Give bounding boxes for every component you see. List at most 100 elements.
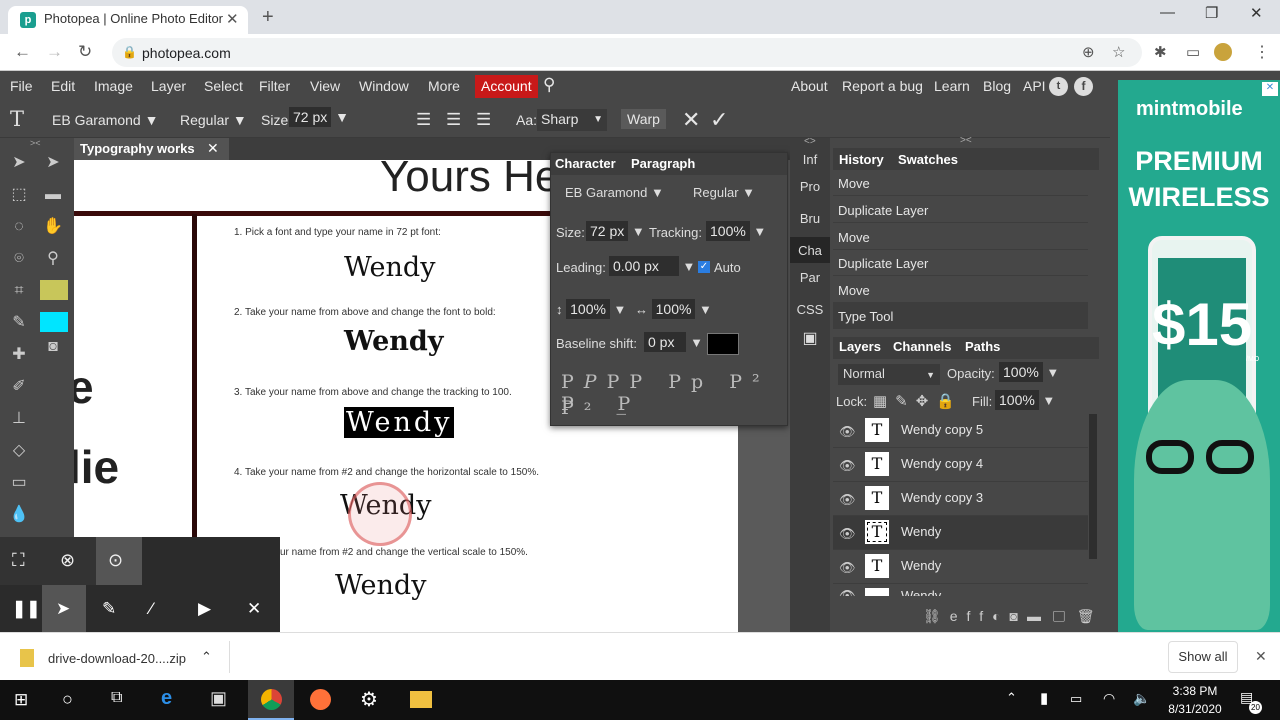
- layer-row[interactable]: 👁 T Wendy copy 3: [833, 482, 1088, 516]
- rect-select-icon[interactable]: ▬: [42, 184, 64, 206]
- fullscreen-capture-icon[interactable]: ⛶: [12, 550, 25, 571]
- align-right-icon[interactable]: ☰: [476, 110, 491, 130]
- char-color-swatch[interactable]: [707, 333, 739, 355]
- hand-tool-icon[interactable]: ✋: [42, 216, 64, 238]
- healing-tool-icon[interactable]: ✚: [8, 344, 30, 366]
- auto-checkbox[interactable]: ✓: [698, 261, 710, 273]
- layer-row-partial[interactable]: 👁 Wendy: [833, 584, 1088, 596]
- pen-icon[interactable]: ✎: [102, 599, 116, 619]
- collapse-right-icon[interactable]: ><: [960, 135, 972, 146]
- quick-mask-icon[interactable]: ◙: [42, 336, 64, 358]
- visibility-eye-icon[interactable]: 👁: [839, 458, 856, 474]
- tray-chevron-up-icon[interactable]: ⌃: [1006, 690, 1017, 706]
- size-input[interactable]: 72 px ▼: [289, 107, 349, 127]
- wifi-icon[interactable]: ◠: [1103, 690, 1115, 707]
- bookmark-star-icon[interactable]: ☆: [1112, 43, 1125, 61]
- eraser-tool-icon[interactable]: ◇: [8, 440, 30, 462]
- side-tab-paragraph[interactable]: Par: [790, 270, 830, 285]
- tab-channels[interactable]: Channels: [893, 339, 952, 354]
- side-tab-image-icon[interactable]: ▣: [790, 328, 830, 348]
- vertical-scale-input[interactable]: ↕ 100% ▼: [556, 299, 626, 319]
- menu-filter[interactable]: Filter: [259, 78, 290, 94]
- file-explorer-icon[interactable]: [410, 691, 432, 708]
- menu-view[interactable]: View: [310, 78, 340, 94]
- facebook-icon[interactable]: f: [1074, 77, 1093, 96]
- cortana-icon[interactable]: ○: [62, 689, 73, 710]
- tab-layers[interactable]: Layers: [839, 339, 881, 354]
- char-style-select[interactable]: Regular ▼: [693, 185, 755, 200]
- highlighter-icon[interactable]: ⁄: [150, 599, 153, 619]
- account-button[interactable]: Account: [475, 75, 538, 98]
- webcam-icon[interactable]: ▶: [198, 599, 211, 619]
- char-font-select[interactable]: EB Garamond ▼: [565, 185, 664, 200]
- layer-row-selected[interactable]: 👁 T Wendy: [833, 516, 1088, 550]
- antialias-select[interactable]: Sharp ▼: [537, 109, 607, 131]
- menu-layer[interactable]: Layer: [151, 78, 186, 94]
- layer-row[interactable]: 👁 T Wendy: [833, 550, 1088, 584]
- zoom-cursor-icon[interactable]: ⊙: [108, 550, 123, 571]
- profile-avatar[interactable]: [1214, 43, 1232, 61]
- strikethrough-icon[interactable]: P: [561, 397, 574, 419]
- side-tab-properties[interactable]: Pro: [790, 179, 830, 194]
- lasso-tool-icon[interactable]: ◌: [8, 216, 30, 238]
- baseline-input[interactable]: 0 px ▼: [644, 332, 703, 352]
- opacity-input[interactable]: 100% ▼: [999, 362, 1059, 382]
- history-item[interactable]: Duplicate Layer: [833, 250, 1088, 276]
- close-tab-icon[interactable]: ✕: [226, 10, 239, 28]
- visibility-eye-icon[interactable]: 👁: [839, 424, 856, 440]
- layers-scrollbar[interactable]: [1089, 414, 1097, 559]
- download-chevron-up-icon[interactable]: ⌃: [201, 649, 212, 665]
- tab-character[interactable]: Character: [555, 156, 616, 171]
- menu-about[interactable]: About: [791, 78, 828, 94]
- cancel-icon[interactable]: ✕: [682, 107, 700, 133]
- layer-row[interactable]: 👁 T Wendy copy 4: [833, 448, 1088, 482]
- visibility-eye-icon[interactable]: 👁: [839, 492, 856, 508]
- menu-api[interactable]: API: [1023, 78, 1046, 94]
- show-all-button[interactable]: Show all: [1168, 641, 1238, 673]
- align-left-icon[interactable]: ☰: [416, 110, 431, 130]
- close-document-icon[interactable]: ✕: [207, 140, 219, 157]
- tab-paragraph[interactable]: Paragraph: [631, 156, 695, 171]
- new-tab-icon[interactable]: +: [262, 6, 274, 29]
- menu-edit[interactable]: Edit: [51, 78, 75, 94]
- commit-check-icon[interactable]: ✓: [710, 107, 728, 133]
- blend-mode-select[interactable]: Normal ▼: [838, 364, 940, 385]
- browser-tab[interactable]: p Photopea | Online Photo Editor ✕: [8, 6, 248, 34]
- url-box[interactable]: 🔒 photopea.com ⊕ ☆: [112, 38, 1142, 67]
- side-tab-css[interactable]: CSS: [790, 302, 830, 317]
- ad-close-icon[interactable]: ✕: [1262, 82, 1278, 96]
- visibility-eye-icon[interactable]: 👁: [839, 560, 856, 576]
- font-style-select[interactable]: Regular ▼: [180, 112, 247, 128]
- pause-icon[interactable]: ❚❚: [12, 599, 41, 619]
- menu-image[interactable]: Image: [94, 78, 133, 94]
- back-icon[interactable]: ←: [14, 42, 31, 62]
- char-size-input[interactable]: 72 px ▼: [586, 221, 645, 241]
- cursor-hide-icon[interactable]: ⊗: [60, 550, 75, 571]
- tracking-input[interactable]: 100% ▼: [706, 221, 766, 241]
- close-download-bar-icon[interactable]: ✕: [1255, 648, 1267, 665]
- history-item[interactable]: Move: [833, 224, 1088, 250]
- quick-select-icon[interactable]: ⌾: [8, 248, 30, 270]
- visibility-eye-icon[interactable]: 👁: [839, 588, 856, 596]
- edge-icon[interactable]: e: [161, 687, 172, 710]
- clock-date[interactable]: 8/31/2020: [1160, 702, 1230, 716]
- add-icon[interactable]: ⊕: [1082, 43, 1095, 61]
- text-style-buttons[interactable]: PPPP Pp P² P₂ P̲: [561, 371, 781, 415]
- cast-icon[interactable]: ▭: [1186, 43, 1200, 61]
- collapse-side-icon[interactable]: <>: [804, 136, 816, 147]
- background-color-swatch[interactable]: [40, 312, 68, 332]
- history-item[interactable]: Duplicate Layer: [833, 197, 1088, 223]
- blur-tool-icon[interactable]: 💧: [8, 504, 30, 526]
- foreground-color-swatch[interactable]: [40, 280, 68, 300]
- history-item[interactable]: Move: [833, 170, 1088, 196]
- browser-menu-icon[interactable]: ⋮: [1254, 42, 1270, 62]
- advertisement[interactable]: ✕ mintmobile PREMIUM WIRELESS $15 /MO: [1118, 80, 1280, 632]
- stop-close-icon[interactable]: ✕: [247, 599, 261, 619]
- menu-blog[interactable]: Blog: [983, 78, 1011, 94]
- leading-input[interactable]: 0.00 px ▼: [609, 256, 695, 276]
- side-tab-character[interactable]: Cha: [790, 237, 830, 263]
- task-view-icon[interactable]: ⧉: [111, 689, 122, 707]
- reload-icon[interactable]: ↻: [78, 42, 92, 62]
- windows-start-icon[interactable]: ⊞: [14, 690, 28, 710]
- move-tool-icon[interactable]: ➤: [8, 152, 30, 174]
